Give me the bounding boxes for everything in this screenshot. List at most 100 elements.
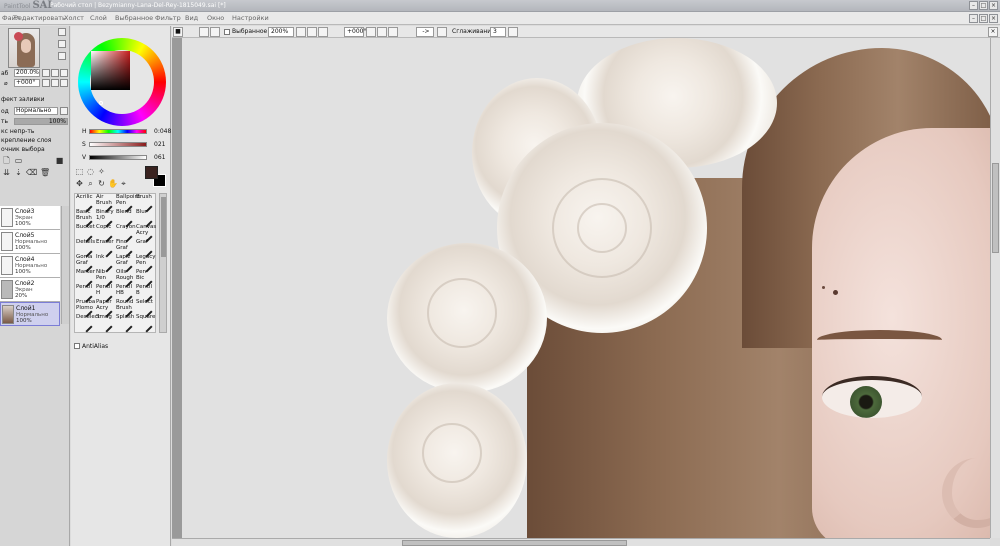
navigator-button-3[interactable] <box>58 52 66 60</box>
navigator-preview[interactable] <box>8 28 40 68</box>
canvas-zoom-in-button[interactable] <box>307 27 317 37</box>
new-folder-icon[interactable]: ▭ <box>14 156 23 165</box>
menu-window[interactable]: Окно <box>207 12 224 25</box>
zoom-out-button[interactable] <box>42 69 50 77</box>
canvas-horizontal-scrollbar[interactable] <box>172 538 990 546</box>
tool-label-line2: Acry <box>96 305 109 311</box>
saturation-row[interactable]: S 021 <box>79 141 171 151</box>
tool-smdg[interactable]: Smdg <box>95 314 115 333</box>
move-icon[interactable]: ✥ <box>75 179 84 188</box>
tool-splash[interactable]: Splash <box>115 314 135 333</box>
blend-mode-dropdown[interactable] <box>60 107 68 115</box>
doc-minimize-button[interactable]: – <box>969 14 978 23</box>
tool-scrollbar[interactable] <box>159 193 167 333</box>
rotate-reset-canvas-button[interactable] <box>388 27 398 37</box>
color-picker-marker[interactable] <box>99 101 103 105</box>
layer-opacity: 100% <box>15 221 31 227</box>
tool-label-line2: B <box>136 290 140 296</box>
window-title: Рабочий стол | Bezymianny-Lana-Del-Rey-1… <box>50 2 226 9</box>
canvas-zoom-select[interactable]: 200% <box>268 27 294 37</box>
selection-visible-checkbox[interactable] <box>224 29 230 35</box>
rotate-cw-button[interactable] <box>377 27 387 37</box>
canvas-vertical-scrollbar[interactable] <box>990 38 1000 538</box>
menu-selection[interactable]: Выбранное <box>115 12 153 25</box>
tool-label: Brush <box>136 194 152 200</box>
layer-name: Слой2 <box>15 280 35 287</box>
menu-edit[interactable]: Редактировать <box>14 12 66 25</box>
artwork-canvas[interactable] <box>182 38 990 538</box>
antialias-checkbox[interactable] <box>74 343 80 349</box>
new-layer-icon[interactable]: 🗋 <box>2 156 11 165</box>
menu-filter[interactable]: Фильтр <box>155 12 181 25</box>
selection-source-label[interactable]: очник выбора <box>1 146 45 153</box>
redo-button[interactable] <box>210 27 220 37</box>
blend-mode-label: од <box>1 108 9 115</box>
value-row[interactable]: V 061 <box>79 154 171 164</box>
rotate-left-button[interactable] <box>42 79 50 87</box>
toolbar-close-button[interactable]: × <box>988 27 998 37</box>
doc-close-button[interactable]: × <box>989 14 998 23</box>
flip-options-button[interactable] <box>437 27 447 37</box>
blend-mode-select[interactable]: Нормально <box>14 107 58 115</box>
layer-row[interactable]: Слой4 Нормально 100% <box>0 254 60 278</box>
layer-list-scrollbar[interactable] <box>61 206 69 324</box>
layer-row[interactable]: Слой3 Экран 100% <box>0 206 60 230</box>
menu-settings[interactable]: Настройки <box>232 12 269 25</box>
flip-horizontal-button[interactable]: -> <box>416 27 434 37</box>
hue-row[interactable]: H 0:048 <box>79 128 171 138</box>
opacity-label: ть <box>1 118 9 125</box>
clipping-label[interactable]: крепление слоя <box>1 137 51 144</box>
hue-slider[interactable] <box>89 129 147 134</box>
rect-select-icon[interactable]: ⬚ <box>75 167 84 176</box>
navigator-zoom-field[interactable]: 200.0% <box>14 69 40 77</box>
foreground-color-swatch[interactable] <box>145 166 158 179</box>
maximize-button[interactable]: □ <box>979 1 988 10</box>
canvas-zoom-out-button[interactable] <box>296 27 306 37</box>
value-slider[interactable] <box>89 155 147 160</box>
smoothing-select[interactable]: 3 <box>490 27 506 37</box>
navigator-angle-field[interactable]: +000° <box>14 79 40 87</box>
rotate-reset-button[interactable] <box>60 79 68 87</box>
canvas-area[interactable] <box>172 38 990 538</box>
preserve-opacity-label[interactable]: кс непр-ть <box>1 128 34 135</box>
doc-restore-button[interactable]: □ <box>979 14 988 23</box>
layer-row[interactable]: Слой5 Нормально 100% <box>0 230 60 254</box>
canvas-angle-select[interactable]: +000° <box>344 27 366 37</box>
tool-deselect[interactable]: Deselect <box>75 314 100 333</box>
menu-view[interactable]: Вид <box>185 12 198 25</box>
hue-ring[interactable] <box>78 38 166 126</box>
tool-label: Blur <box>136 209 148 215</box>
smoothing-dropdown[interactable] <box>508 27 518 37</box>
opacity-slider[interactable]: 100% <box>14 118 68 125</box>
undo-button[interactable] <box>199 27 209 37</box>
menu-layer[interactable]: Слой <box>90 12 107 25</box>
layer-row-selected[interactable]: Слой1 Нормально 100% <box>0 302 60 326</box>
delete-layer-icon[interactable]: 🗑 <box>40 168 50 177</box>
rotate-ccw-button[interactable] <box>366 27 376 37</box>
zoom-icon[interactable]: ⌕ <box>86 179 95 188</box>
transfer-down-icon[interactable]: ⇊ <box>2 168 11 177</box>
hand-icon[interactable]: ✋ <box>108 179 118 188</box>
navigator-button-2[interactable] <box>58 40 66 48</box>
navigator-button-1[interactable] <box>58 28 66 36</box>
rotate-right-button[interactable] <box>51 79 59 87</box>
canvas-zoom-reset-button[interactable] <box>318 27 328 37</box>
close-button[interactable]: × <box>989 1 998 10</box>
zoom-in-button[interactable] <box>51 69 59 77</box>
eyedropper-icon[interactable]: ⌖ <box>119 179 128 188</box>
tool-label-line2: Brush <box>76 215 92 221</box>
minimize-button[interactable]: – <box>969 1 978 10</box>
clear-layer-icon[interactable]: ⌫ <box>26 168 37 177</box>
tool-square[interactable]: Square <box>135 314 155 333</box>
layer-row[interactable]: Слой2 Экран 20% <box>0 278 60 302</box>
canvas-menu-button[interactable]: ■ <box>173 27 183 37</box>
merge-down-icon[interactable]: ⇣ <box>14 168 23 177</box>
layer-options-icon[interactable]: ■ <box>55 156 64 165</box>
zoom-reset-button[interactable] <box>60 69 68 77</box>
rotate-icon[interactable]: ↻ <box>97 179 106 188</box>
saturation-value-square[interactable] <box>91 51 130 105</box>
lasso-icon[interactable]: ◌ <box>86 167 95 176</box>
menu-canvas[interactable]: Холст <box>64 12 84 25</box>
saturation-slider[interactable] <box>89 142 147 147</box>
magic-wand-icon[interactable]: ✧ <box>97 167 106 176</box>
